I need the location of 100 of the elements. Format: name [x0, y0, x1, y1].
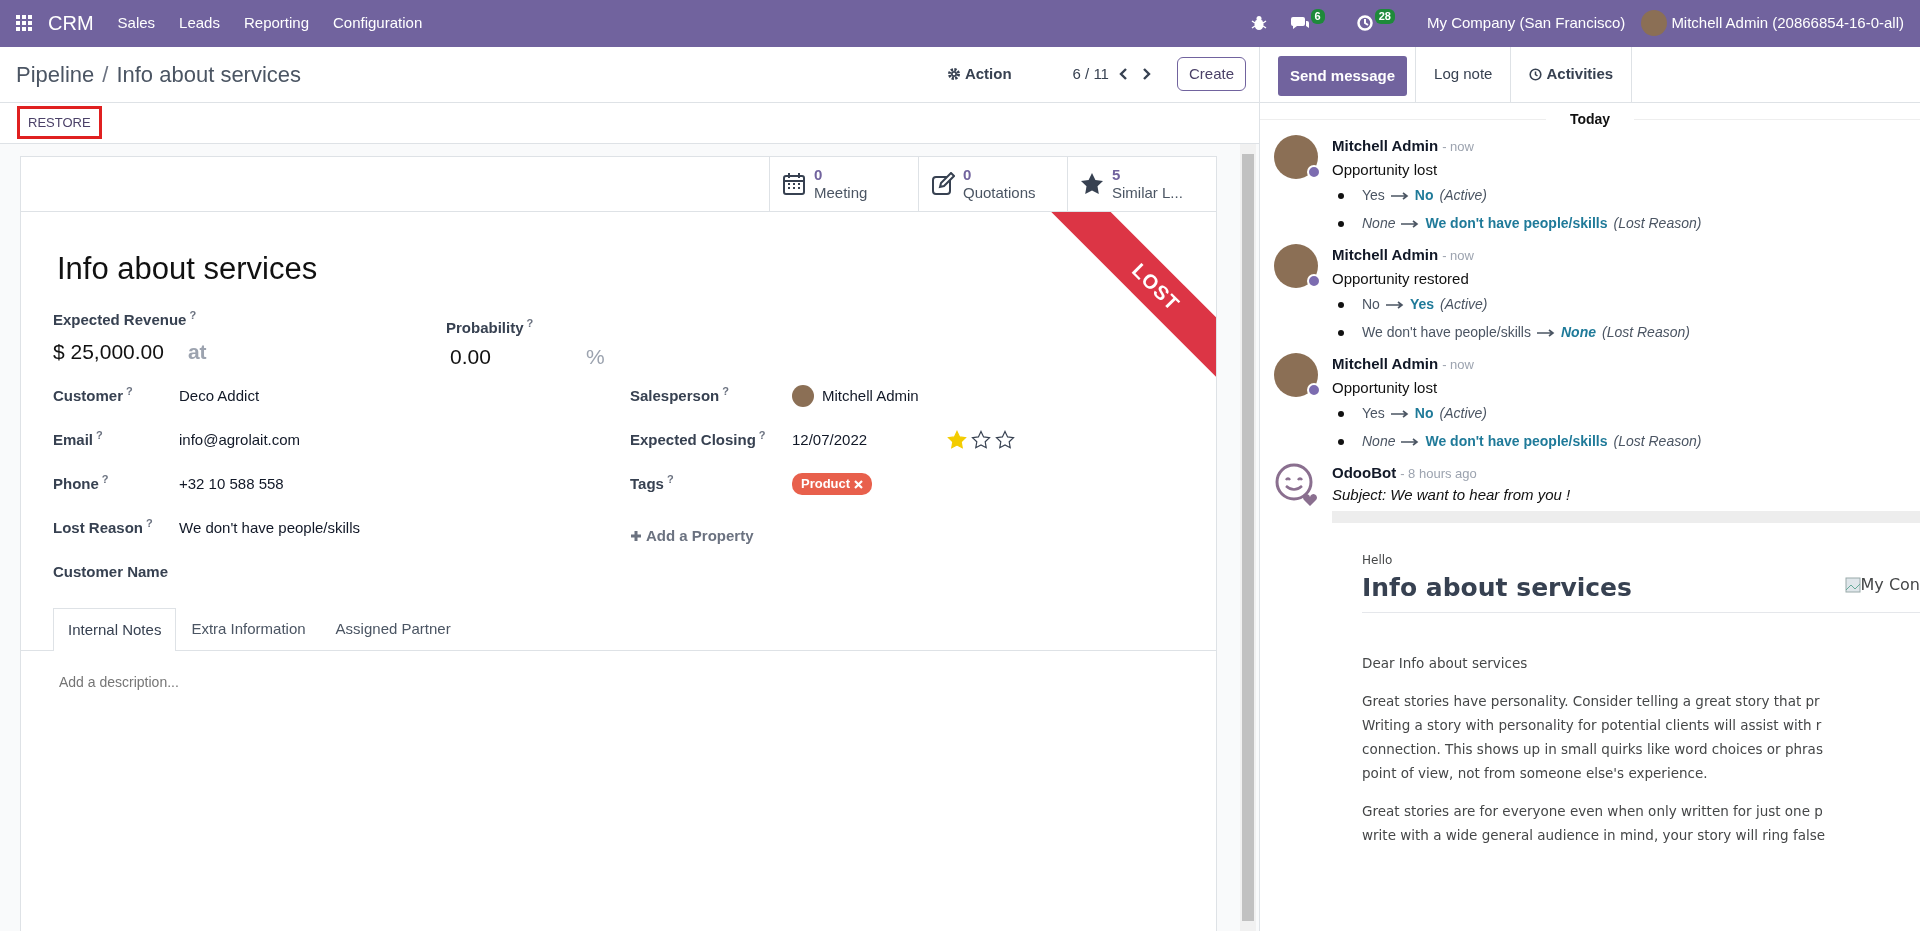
field-label: Salesperson ? — [630, 384, 729, 407]
field-label: Lost Reason ? — [53, 516, 153, 539]
presence-dot — [1307, 382, 1321, 397]
filled-star-icon[interactable] — [947, 430, 967, 451]
menu-item[interactable]: Leads — [179, 12, 220, 35]
message-author: Mitchell Admin — [1332, 136, 1439, 154]
old-value: No — [1362, 295, 1380, 315]
clock-icon[interactable] — [1356, 15, 1373, 32]
restore-button[interactable]: RESTORE — [20, 108, 99, 137]
count-badge: 6 — [1310, 8, 1325, 24]
bullet-icon — [1338, 220, 1344, 227]
field-label: Customer ? — [53, 384, 133, 407]
tab[interactable]: Assigned Partner — [320, 608, 466, 650]
email-heading: Info about services — [1362, 571, 1633, 604]
app-name[interactable]: CRM — [48, 8, 94, 39]
tracked-field: (Lost Reason) — [1613, 431, 1702, 453]
field-label: Probability ? — [446, 316, 534, 339]
email-text-line: connection. This shows up in small quirks like word choices or phras — [1362, 740, 1824, 760]
breadcrumb-current: Info about services — [116, 60, 302, 89]
edit-icon — [931, 171, 955, 196]
date-separator: Today — [1568, 110, 1612, 130]
field-label: Expected Revenue ? — [53, 308, 197, 331]
tab[interactable]: Extra Information — [176, 608, 321, 650]
email-text-line: Great stories have personality. Consider telling a great story that pr — [1362, 692, 1821, 712]
message-time: - 8 hours ago — [1400, 465, 1477, 481]
arrow-right-icon — [1536, 328, 1555, 337]
tracked-field: (Active) — [1439, 185, 1487, 207]
tracked-field: (Active) — [1440, 294, 1488, 316]
gear-icon — [946, 67, 961, 82]
message-time: - now — [1442, 138, 1474, 154]
create-button[interactable]: Create — [1176, 56, 1246, 92]
new-value: No — [1414, 186, 1434, 206]
empty-star-icon[interactable] — [971, 430, 991, 451]
user-avatar — [792, 385, 814, 408]
tracked-field: (Active) — [1439, 403, 1487, 425]
message-subject: Subject: We want to hear from you ! — [1332, 485, 1572, 506]
field-label: Phone ? — [53, 472, 109, 495]
new-value: Yes — [1409, 295, 1435, 315]
new-value: None — [1560, 323, 1596, 343]
old-value: None — [1362, 214, 1396, 234]
message-author: Mitchell Admin — [1332, 354, 1439, 372]
star-icon — [1080, 171, 1104, 196]
record-title: Info about services — [57, 249, 318, 288]
field-value[interactable]: Mitchell Admin — [822, 384, 919, 408]
arrow-right-icon — [1401, 437, 1420, 446]
company-switcher[interactable]: My Company (San Francisco) — [1426, 12, 1626, 35]
old-value: Yes — [1362, 186, 1385, 206]
field-value[interactable]: info@agrolait.com — [179, 428, 301, 452]
add-property-link[interactable]: Add a Property — [630, 524, 754, 548]
email-text-line: Dear Info about services — [1362, 654, 1529, 674]
email-text-line: Writing a story with personality for potential clients will assist with r — [1362, 716, 1823, 736]
menu-item[interactable]: Reporting — [243, 12, 309, 35]
bullet-icon — [1338, 301, 1344, 308]
arrow-right-icon — [1390, 191, 1409, 200]
field-value[interactable]: 12/07/2022 — [792, 428, 947, 452]
chat-icon[interactable] — [1290, 15, 1309, 32]
old-value: None — [1362, 432, 1396, 452]
user-menu[interactable]: Mitchell Admin (20866854-16-0-all) — [1671, 12, 1904, 35]
field-value[interactable]: +32 10 588 558 — [179, 472, 284, 496]
tag: Product — [792, 473, 873, 495]
pager-value: 6 / 11 — [1072, 63, 1109, 84]
clock-icon — [1529, 67, 1543, 81]
presence-dot — [1307, 164, 1321, 179]
new-value: We don't have people/skills — [1425, 214, 1608, 234]
apps-menu-icon[interactable] — [16, 15, 32, 32]
probability-field[interactable]: 0.00 — [450, 341, 586, 373]
field-label: Customer Name — [53, 562, 169, 583]
send-message-button[interactable]: Send message — [1278, 55, 1408, 97]
log-note-button[interactable]: Log note — [1415, 46, 1512, 102]
arrow-right-icon — [1390, 409, 1409, 418]
menu-item[interactable]: Configuration — [333, 12, 423, 35]
old-value: Yes — [1362, 404, 1385, 424]
bot-avatar-icon — [1274, 461, 1318, 506]
new-value: No — [1414, 404, 1434, 424]
field-label: Tags ? — [630, 472, 674, 495]
scrollbar[interactable] — [1240, 143, 1256, 931]
tracked-field: (Lost Reason) — [1601, 322, 1690, 344]
calendar-icon — [782, 171, 806, 196]
count-badge: 28 — [1374, 8, 1395, 24]
breadcrumb-link[interactable]: Pipeline — [16, 57, 95, 91]
bullet-icon — [1338, 410, 1344, 417]
menu-item[interactable]: Sales — [117, 12, 156, 35]
message-author: Mitchell Admin — [1332, 245, 1439, 263]
email-greeting: Hello — [1362, 551, 1394, 569]
remove-icon[interactable] — [854, 479, 864, 489]
message-body: Opportunity lost — [1332, 378, 1439, 399]
presence-dot — [1307, 273, 1321, 288]
message-time: - now — [1442, 356, 1474, 372]
field-value[interactable]: We don't have people/skills — [179, 516, 361, 540]
revenue-field[interactable]: $ 25,000.00 — [53, 336, 164, 368]
empty-star-icon[interactable] — [995, 430, 1015, 451]
action-button[interactable]: Action — [933, 55, 1025, 93]
tracked-field: (Lost Reason) — [1613, 213, 1702, 235]
email-text-line: write with a wide general audience in mind, your story will ring false — [1362, 826, 1826, 846]
bug-icon[interactable] — [1250, 15, 1267, 32]
tab[interactable]: Internal Notes — [53, 608, 177, 651]
breadcrumb-separator: / — [102, 60, 109, 89]
field-value[interactable]: Deco Addict — [179, 384, 260, 408]
email-text-line: Great stories are for everyone even when only written for just one p — [1362, 802, 1824, 822]
bullet-icon — [1338, 329, 1344, 336]
